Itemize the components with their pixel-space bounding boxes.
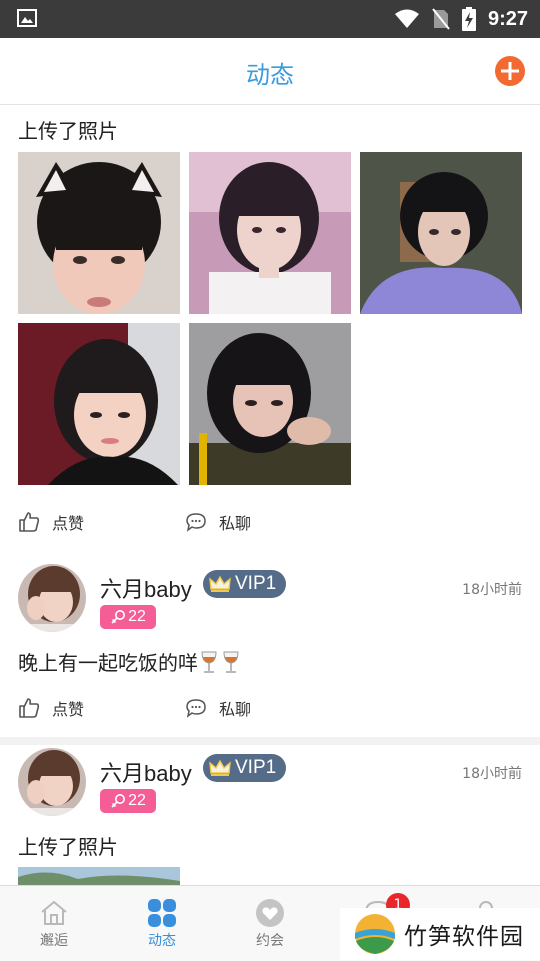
home-icon — [41, 900, 67, 925]
chat-bubble-icon — [186, 699, 206, 718]
add-post-button[interactable] — [495, 56, 525, 86]
username[interactable]: 六月baby — [100, 756, 192, 788]
avatar[interactable] — [18, 748, 86, 816]
chat-button[interactable]: 私聊 — [185, 696, 251, 720]
chat-label: 私聊 — [219, 514, 252, 533]
username[interactable]: 六月baby — [100, 572, 192, 604]
nav-item-dynamics[interactable]: 动态 — [122, 896, 202, 950]
dynamics-icon — [148, 899, 176, 927]
post-photo[interactable] — [189, 152, 351, 314]
status-bar: 9:27 — [0, 0, 540, 38]
crown-icon — [209, 759, 231, 776]
gender-age-badge: 22 — [100, 789, 156, 813]
age: 22 — [128, 792, 146, 809]
watermark: 竹笋软件园 — [340, 908, 540, 960]
post-text: 晚上有一起吃饭的咩 — [18, 651, 198, 675]
post-text: 上传了照片 — [18, 835, 118, 859]
like-button[interactable]: 点赞 — [18, 510, 84, 534]
no-sim-icon — [432, 8, 450, 30]
nav-label: 动态 — [148, 933, 176, 949]
age: 22 — [128, 608, 146, 625]
post-time: 18小时前 — [462, 582, 522, 598]
clock: 9:27 — [487, 7, 528, 30]
post-card: 六月baby VIP1 22 18小时前 上传了照片 — [0, 745, 540, 885]
chat-button[interactable]: 私聊 — [185, 510, 251, 534]
like-label: 点赞 — [52, 514, 85, 533]
post-actions: 点赞 私聊 — [0, 696, 540, 726]
wine-glass-icon — [223, 651, 239, 673]
post-card: 六月baby VIP1 22 18小时前 晚上有一起吃饭的咩 点赞 私聊 — [0, 561, 540, 737]
like-label: 点赞 — [52, 700, 85, 719]
vip-badge: VIP1 — [203, 754, 287, 782]
female-icon — [111, 794, 126, 808]
like-button[interactable]: 点赞 — [18, 696, 84, 720]
post-photo[interactable] — [18, 152, 180, 314]
vip-level: VIP1 — [235, 757, 277, 778]
thumbs-up-icon — [19, 698, 40, 718]
plus-icon — [501, 62, 519, 80]
page-title: 动态 — [246, 61, 294, 89]
nav-item-encounter[interactable]: 邂逅 — [14, 896, 94, 950]
avatar[interactable] — [18, 564, 86, 632]
heart-icon — [256, 899, 284, 927]
post-time: 18小时前 — [462, 766, 522, 782]
post-text-row: 晚上有一起吃饭的咩 — [18, 647, 242, 676]
wine-glass-icon — [201, 651, 217, 673]
vip-badge: VIP1 — [203, 570, 287, 598]
watermark-text: 竹笋软件园 — [404, 924, 524, 950]
bamboo-logo-icon — [355, 914, 395, 954]
post-text: 上传了照片 — [18, 119, 118, 143]
wifi-icon — [394, 9, 419, 28]
nav-item-dating[interactable]: 约会 — [230, 896, 310, 950]
battery-charging-icon — [461, 7, 476, 31]
app-header: 动态 — [0, 38, 540, 105]
post-photo[interactable] — [360, 152, 522, 314]
vip-level: VIP1 — [235, 573, 277, 594]
image-notification-icon — [17, 9, 37, 27]
thumbs-up-icon — [19, 512, 40, 532]
chat-bubble-icon — [186, 513, 206, 532]
nav-label: 邂逅 — [40, 933, 68, 949]
gender-age-badge: 22 — [100, 605, 156, 629]
female-icon — [111, 610, 126, 624]
post-photo[interactable] — [18, 323, 180, 485]
post-photo[interactable] — [18, 867, 180, 885]
post-actions: 点赞 私聊 — [0, 510, 540, 540]
post-photo[interactable] — [189, 323, 351, 485]
feed-list[interactable]: 上传了照片 点赞 私聊 六月baby VIP1 22 18小时前 晚上有一起吃饭… — [0, 105, 540, 885]
chat-label: 私聊 — [219, 700, 252, 719]
nav-label: 约会 — [256, 933, 284, 949]
crown-icon — [209, 575, 231, 592]
